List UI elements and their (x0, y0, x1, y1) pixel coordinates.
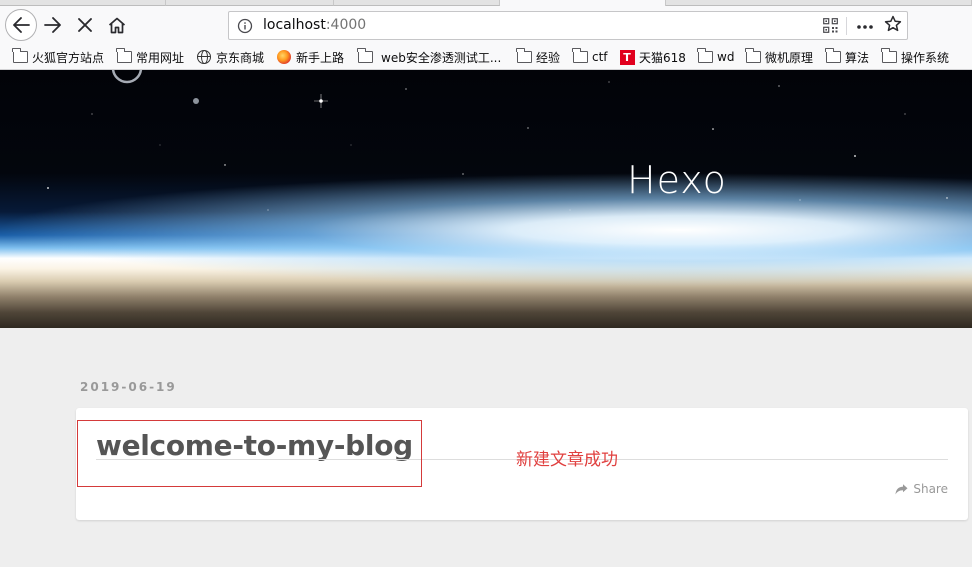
bookmark-label: web安全渗透测试工... (381, 50, 502, 65)
bookmarks-toolbar: 火狐官方站点 常用网址 京东商城 新手上路 web安全渗透测试工... 经验 c… (0, 44, 972, 70)
tmall-icon: T (619, 49, 635, 65)
url-bar-separator (846, 17, 847, 35)
bookmark-item[interactable]: 操作系统 (881, 48, 949, 66)
bookmark-item[interactable]: 经验 (516, 48, 560, 66)
bookmark-label: 微机原理 (765, 50, 814, 65)
bookmark-label: 京东商城 (216, 50, 265, 65)
bookmark-item[interactable]: 新手上路 (276, 48, 344, 66)
bookmark-label: 常用网址 (136, 50, 185, 65)
forward-button[interactable] (38, 10, 68, 40)
firefox-icon (276, 50, 292, 64)
post-date[interactable]: 2019-06-19 (80, 380, 177, 394)
folder-icon (116, 48, 132, 64)
more-dots-icon[interactable] (856, 16, 874, 40)
home-button[interactable] (102, 10, 132, 40)
forward-arrow-icon (44, 17, 61, 33)
bookmark-label: wd (717, 50, 735, 64)
bookmark-label: 新手上路 (296, 50, 345, 65)
star-icon[interactable] (884, 15, 902, 37)
bookmark-item[interactable]: 算法 (825, 48, 869, 66)
bookmark-label: 算法 (845, 50, 870, 65)
bookmark-item[interactable]: wd (697, 48, 734, 66)
page-content: Hexo 2019-06-19 welcome-to-my-blog Share (0, 70, 972, 567)
bookmark-item[interactable]: 京东商城 (196, 48, 264, 66)
qr-code-icon[interactable] (823, 18, 838, 37)
site-title[interactable]: Hexo (627, 158, 727, 202)
url-port: :4000 (325, 17, 367, 33)
bookmark-label: 天猫618 (639, 50, 686, 65)
bookmark-item[interactable]: ctf (572, 48, 608, 66)
bookmark-label: 操作系统 (901, 50, 950, 65)
folder-icon (12, 48, 28, 64)
post-title-link[interactable]: welcome-to-my-blog (96, 429, 413, 462)
folder-icon (881, 48, 897, 64)
folder-icon (516, 48, 532, 64)
bookmark-item[interactable]: 常用网址 (116, 48, 184, 66)
bookmark-item[interactable]: web安全渗透测试工... (357, 48, 501, 66)
share-button[interactable]: Share (895, 482, 948, 496)
bookmark-item[interactable]: T 天猫618 (619, 48, 686, 66)
bookmark-label: 火狐官方站点 (32, 50, 105, 65)
share-icon (895, 483, 908, 494)
stop-button[interactable] (70, 10, 100, 40)
home-icon (108, 17, 126, 33)
url-host: localhost (263, 17, 326, 33)
back-arrow-icon (13, 17, 30, 33)
folder-icon (745, 48, 761, 64)
back-button[interactable] (5, 9, 37, 41)
bookmark-label: ctf (592, 50, 608, 64)
globe-icon (196, 50, 212, 64)
bookmark-item[interactable]: 微机原理 (745, 48, 813, 66)
bookmark-item[interactable]: 火狐官方站点 (12, 48, 104, 66)
folder-icon (825, 48, 841, 64)
navigation-toolbar: localhost:4000 (0, 6, 972, 44)
share-label: Share (913, 482, 948, 496)
starfield-image (47, 70, 948, 211)
stop-x-icon (78, 18, 92, 32)
url-text[interactable]: localhost:4000 (263, 17, 366, 33)
folder-icon (572, 48, 588, 64)
folder-icon (357, 48, 373, 64)
url-bar[interactable]: localhost:4000 (228, 11, 908, 40)
annotation-text: 新建文章成功 (516, 450, 618, 470)
folder-icon (697, 48, 713, 64)
info-circle-icon[interactable] (237, 18, 253, 38)
bookmark-label: 经验 (536, 50, 561, 65)
site-banner: Hexo (0, 70, 972, 328)
